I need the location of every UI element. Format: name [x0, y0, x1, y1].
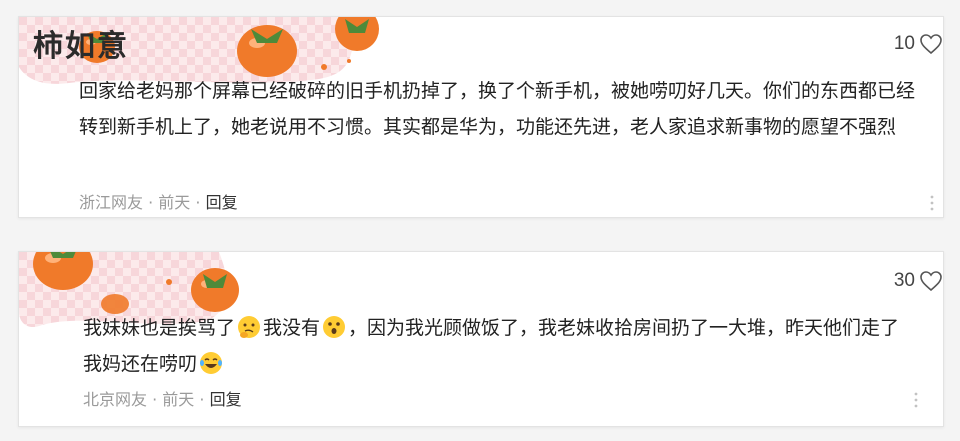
- meta-separator: ·: [195, 193, 201, 212]
- more-vertical-icon[interactable]: [929, 193, 935, 213]
- meta-separator: ·: [152, 390, 158, 409]
- meta-separator: ·: [199, 390, 205, 409]
- reply-button[interactable]: 回复: [206, 193, 238, 212]
- comment-text-part: 我妹妹也是挨骂了: [83, 317, 236, 339]
- heart-outline-icon[interactable]: [919, 33, 943, 55]
- like-count: 30: [893, 270, 915, 291]
- comment-text: 回家给老妈那个屏幕已经破碎的旧手机扔掉了，换了个新手机，被她唠叨好几天。你们的东…: [79, 80, 916, 138]
- sticker-title: 柿如意: [33, 29, 129, 64]
- like-button[interactable]: 30: [894, 270, 943, 292]
- like-count: 10: [893, 33, 915, 54]
- thinking-face-emoji: [238, 316, 261, 338]
- comment-time: 前天: [162, 390, 195, 409]
- like-button[interactable]: 10: [894, 33, 943, 55]
- comment-text-part: 我没有: [263, 317, 321, 339]
- meta-separator: ·: [148, 193, 154, 212]
- comment-location: 浙江网友: [79, 193, 144, 212]
- comment-card: 30 我妹妹也是挨骂了 我没有 ，因为我光顾做饭了，我老妹收拾房间扔了一大堆，昨…: [18, 251, 944, 427]
- comment-text: 我妹妹也是挨骂了 我没有 ，因为我光顾做饭了，我老妹收拾房间扔了一大堆，昨天他们…: [83, 310, 913, 382]
- hushed-face-emoji: [323, 316, 346, 338]
- comment-time: 前天: [158, 193, 191, 212]
- laughing-tears-emoji: [200, 352, 223, 374]
- more-vertical-icon[interactable]: [913, 390, 919, 410]
- comment-meta: 浙江网友 · 前天 · 回复: [79, 189, 238, 213]
- reply-button[interactable]: 回复: [210, 390, 242, 409]
- comment-card: 柿如意 10 回家给老妈那个屏幕已经破碎的旧手机扔掉了，换了个新手机，被她唠叨好…: [18, 16, 944, 218]
- heart-outline-icon[interactable]: [919, 270, 943, 292]
- comment-location: 北京网友: [83, 390, 148, 409]
- comment-meta: 北京网友 · 前天 · 回复: [83, 386, 242, 410]
